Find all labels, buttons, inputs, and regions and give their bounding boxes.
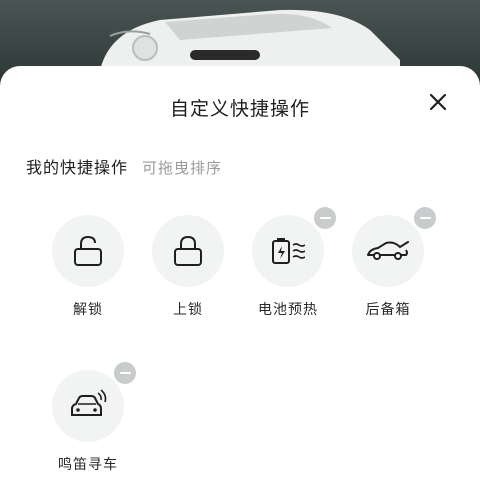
horn-find-car-icon bbox=[71, 389, 107, 416]
action-icon-circle bbox=[352, 207, 436, 287]
remove-badge-button[interactable] bbox=[414, 207, 436, 229]
action-icon-circle bbox=[252, 207, 336, 287]
action-label: 电池预热 bbox=[258, 302, 318, 318]
action-label: 解锁 bbox=[73, 302, 103, 318]
sheet-title: 自定义快捷操作 bbox=[169, 98, 310, 120]
close-button[interactable] bbox=[424, 88, 452, 116]
action-lock[interactable]: 上锁 bbox=[143, 215, 233, 319]
battery-preheat-icon bbox=[272, 238, 305, 264]
quick-actions-sheet: 自定义快捷操作 我的快捷操作 可拖曳排序 解锁 上锁 电池预热 后备箱 鸣笛寻车 bbox=[0, 66, 480, 503]
action-icon-circle bbox=[152, 215, 224, 287]
unlock-icon bbox=[74, 235, 102, 266]
action-label: 上锁 bbox=[173, 302, 203, 318]
action-icon-circle bbox=[52, 215, 124, 287]
lock-icon bbox=[174, 235, 202, 266]
close-icon bbox=[429, 93, 447, 111]
action-unlock[interactable]: 解锁 bbox=[43, 215, 133, 319]
section-title: 我的快捷操作 bbox=[26, 158, 129, 177]
remove-badge-button[interactable] bbox=[114, 362, 136, 384]
section-hint: 可拖曳排序 bbox=[142, 159, 223, 177]
action-trunk[interactable]: 后备箱 bbox=[343, 207, 436, 319]
trunk-icon bbox=[367, 241, 409, 260]
action-horn-find-car[interactable]: 鸣笛寻车 bbox=[43, 362, 136, 474]
action-icon-circle bbox=[52, 362, 136, 442]
action-label: 鸣笛寻车 bbox=[58, 457, 118, 473]
action-battery-preheat[interactable]: 电池预热 bbox=[243, 207, 336, 319]
action-label: 后备箱 bbox=[365, 302, 411, 318]
section-header: 我的快捷操作 可拖曳排序 bbox=[26, 154, 222, 178]
remove-badge-button[interactable] bbox=[314, 207, 336, 229]
